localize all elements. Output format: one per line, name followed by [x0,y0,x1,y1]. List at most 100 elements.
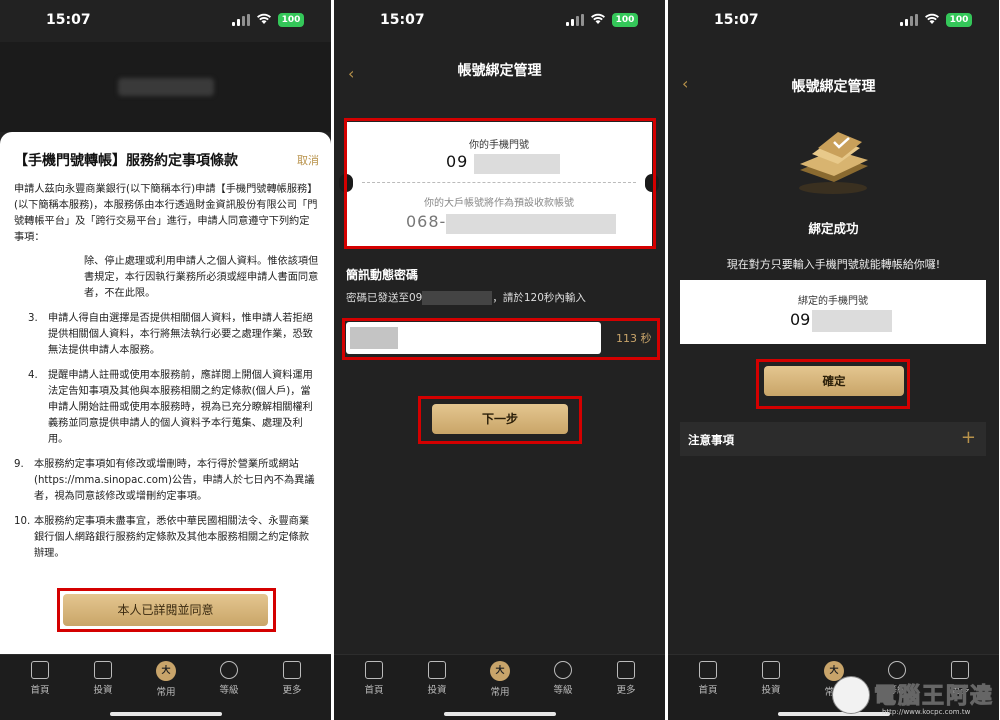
sheet-title: 【手機門號轉帳】服務約定事項條款 [14,153,238,169]
common-icon: 大 [156,661,176,681]
nav-label: 等級 [219,685,239,696]
nav-label: 更多 [616,685,636,696]
nav-label: 常用 [490,687,510,698]
nav-item-more[interactable]: 更多 [272,661,312,696]
otp-sent-prefix: 密碼已發送至09 [346,292,423,304]
home-icon [699,661,717,679]
nav-item-level[interactable]: 等級 [543,661,583,696]
otp-sent-text: 密碼已發送至09 ，請於120秒內輸入 [346,290,586,305]
nav-label: 首頁 [364,685,384,696]
home-icon [31,661,49,679]
terms-clause: 3. 申請人得自由選擇是否提供相關個人資料，惟申請人若拒絕提供相關個人資料，本行將… [14,311,319,359]
status-bar: 15:07 100 [0,0,331,42]
nav-label: 等級 [553,685,573,696]
battery-icon: 100 [946,13,972,27]
home-icon [365,661,383,679]
highlight-box [342,318,660,360]
status-time: 15:07 [380,12,425,28]
medal-icon [554,661,572,679]
otp-title: 簡訊動態密碼 [346,268,419,282]
terms-sheet: 【手機門號轉帳】服務約定事項條款 取消 申請人茲向永豐商業銀行(以下簡稱本行)申… [0,132,331,654]
cancel-button[interactable]: 取消 [297,152,319,168]
terms-text: 申請人茲向永豐商業銀行(以下簡稱本行)申請【手機門號轉帳服務】(以下簡稱本服務)… [14,182,319,571]
bottom-nav: 首頁 投資 大常用 等級 更多 [0,654,331,720]
watermark: 電腦王阿達 http://www.kocpc.com.tw [828,672,1000,720]
nav-item-home[interactable]: 首頁 [354,661,394,696]
signal-icon [566,14,584,26]
nav-item-more[interactable]: 更多 [606,661,646,696]
nav-item-common[interactable]: 大常用 [480,661,520,698]
status-bar: 15:07 100 [668,0,999,42]
clause-number: 4. [28,370,38,381]
blurred-title [118,78,214,96]
nav-label: 首頁 [30,685,50,696]
watermark-url: http://www.kocpc.com.tw [882,708,971,716]
clause-text: 提醒申請人註冊或使用本服務前，應詳閱上開個人資料運用法定告知事項及其他與本服務相… [48,370,313,445]
clause-number: 3. [28,313,38,324]
nav-label: 首頁 [698,685,718,696]
battery-icon: 100 [278,13,304,27]
bottom-nav: 首頁 投資 大常用 等級 更多 [334,654,665,720]
clause-text: 本服務約定事項未盡事宜，悉依中華民國相關法令、永豐商業銀行個人網路銀行服務約定條… [34,516,310,559]
signal-icon [900,14,918,26]
phone-screen-terms: 15:07 100 【手機門號轉帳】服務約定事項條款 取消 申請人茲向永豐商業銀… [0,0,331,720]
redaction-mask [422,291,493,305]
status-bar: 15:07 100 [334,0,665,42]
redaction-mask [812,310,892,332]
status-time: 15:07 [46,12,91,28]
battery-icon: 100 [612,13,638,27]
watermark-text: 電腦王阿達 [873,684,995,710]
bound-phone-value: 09 [790,310,811,329]
medal-icon [220,661,238,679]
highlight-box [418,396,582,444]
notes-accordion[interactable]: 注意事項 + [680,422,986,456]
nav-item-invest[interactable]: 投資 [83,661,123,696]
success-card-icon [799,132,868,194]
nav-item-common[interactable]: 大常用 [146,661,186,698]
nav-item-invest[interactable]: 投資 [417,661,457,696]
highlight-box [344,118,656,249]
wifi-icon [257,13,271,24]
plus-icon: + [960,427,976,448]
page-title: 帳號綁定管理 [791,79,876,95]
page-title: 帳號綁定管理 [457,63,542,79]
nav-item-level[interactable]: 等級 [209,661,249,696]
terms-clause: 10. 本服務約定事項未盡事宜，悉依中華民國相關法令、永豐商業銀行個人網路銀行服務… [14,514,319,562]
nav-label: 常用 [156,687,176,698]
clause-number: 9. [14,459,24,470]
chart-icon [428,661,446,679]
grid-icon [617,661,635,679]
phone-screen-success: 15:07 100 ‹ 帳號綁定管理 綁定成功 現在對方只要輸入手機門號就能轉帳… [668,0,999,720]
common-icon: 大 [490,661,510,681]
otp-sent-suffix: ，請於120秒內輸入 [492,292,586,304]
signal-icon [232,14,250,26]
home-indicator [444,712,556,716]
nav-item-home[interactable]: 首頁 [20,661,60,696]
clause-text: 申請人得自由選擇是否提供相關個人資料，惟申請人若拒絕提供相關個人資料，本行將無法… [48,313,313,356]
grid-icon [283,661,301,679]
mascot-logo [832,676,870,714]
highlight-box [57,588,276,632]
nav-label: 投資 [761,685,781,696]
bound-phone-label: 綁定的手機門號 [798,296,868,307]
nav-item-invest[interactable]: 投資 [751,661,791,696]
bound-phone-card: 綁定的手機門號 09 [680,280,986,344]
terms-clause: 4. 提醒申請人註冊或使用本服務前，應詳閱上開個人資料運用法定告知事項及其他與本服… [14,368,319,448]
nav-label: 更多 [282,685,302,696]
chart-icon [94,661,112,679]
wifi-icon [925,13,939,24]
success-title: 綁定成功 [808,221,859,236]
clause-text: 本服務約定事項如有修改或增刪時，本行得於營業所或網站(https://mma.s… [34,459,315,502]
clause-text: 除、停止處理或利用申請人之個人資料。惟依該項但書規定，本行因執行業務所必須或經申… [84,256,319,299]
terms-intro: 申請人茲向永豐商業銀行(以下簡稱本行)申請【手機門號轉帳服務】(以下簡稱本服務)… [14,184,318,243]
chart-icon [762,661,780,679]
nav-label: 投資 [93,685,113,696]
wifi-icon [591,13,605,24]
highlight-box [756,359,910,409]
clause-number: 10. [14,516,31,527]
notes-title: 注意事項 [688,433,734,447]
terms-clause: 除、停止處理或利用申請人之個人資料。惟依該項但書規定，本行因執行業務所必須或經申… [14,254,319,302]
nav-item-home[interactable]: 首頁 [688,661,728,696]
phone-screen-binding: 15:07 100 ‹ 帳號綁定管理 你的手機門號 09 你的大戶帳號將作為預設… [334,0,665,720]
terms-clause: 9. 本服務約定事項如有修改或增刪時，本行得於營業所或網站(https://mma… [14,457,319,505]
